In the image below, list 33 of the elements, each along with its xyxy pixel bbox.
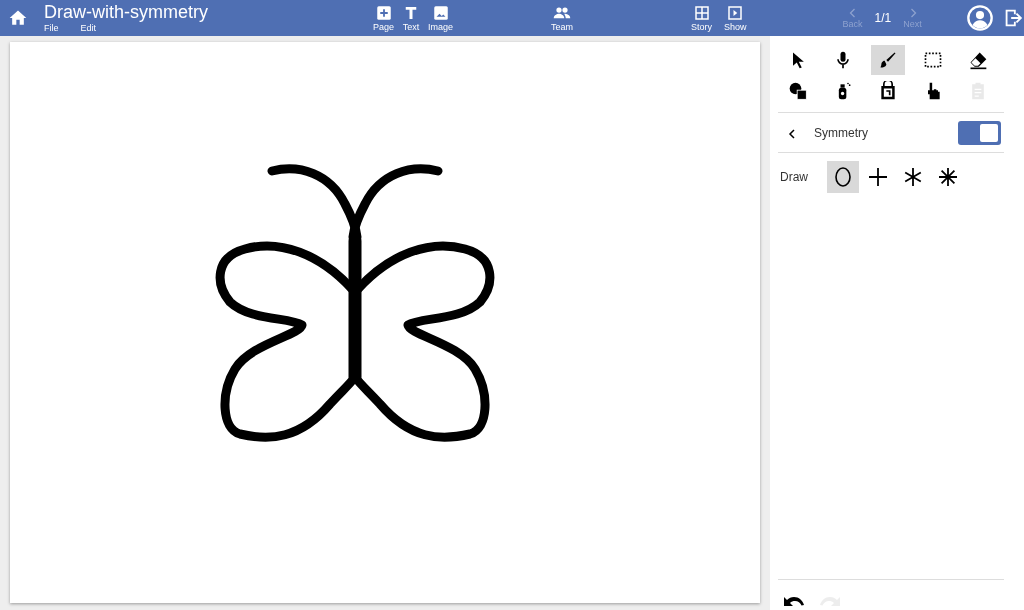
drawing-canvas[interactable] — [10, 42, 760, 603]
grid-icon — [692, 3, 711, 22]
play-icon — [726, 3, 745, 22]
symmetry-toggle[interactable] — [958, 121, 1001, 145]
undo-icon — [784, 596, 804, 607]
account-button[interactable] — [965, 4, 994, 32]
shapes-icon — [788, 81, 808, 101]
home-button[interactable] — [8, 8, 28, 28]
plus-icon — [866, 165, 890, 189]
asterisk-icon — [936, 165, 960, 189]
add-page-icon — [374, 3, 393, 22]
draw-label: Draw — [780, 169, 808, 186]
page-counter: 1/1 — [874, 10, 892, 27]
team-button[interactable]: Team — [547, 3, 578, 33]
eraser-icon — [968, 50, 988, 70]
text-button[interactable]: Text — [398, 3, 425, 33]
dashed-rectangle-icon — [923, 50, 943, 70]
menu-item[interactable]: File — [44, 22, 59, 34]
home-icon — [8, 8, 28, 28]
image-button[interactable]: Image — [424, 3, 458, 33]
tool-button[interactable] — [871, 45, 905, 75]
document-title: Draw-with-symmetry — [44, 2, 209, 22]
symmetry-mode-button[interactable] — [827, 161, 859, 193]
story-button[interactable]: Story — [687, 3, 717, 33]
account-icon — [965, 4, 994, 32]
brush-icon — [878, 50, 898, 70]
panel-title: Symmetry — [814, 125, 869, 142]
show-button[interactable]: Show — [720, 3, 751, 33]
menu-item[interactable]: Edit — [80, 22, 97, 34]
chevron-left-icon — [786, 127, 798, 140]
page-button[interactable]: Page — [369, 3, 399, 33]
image-icon — [431, 3, 450, 22]
paint-bucket-icon — [878, 81, 898, 101]
